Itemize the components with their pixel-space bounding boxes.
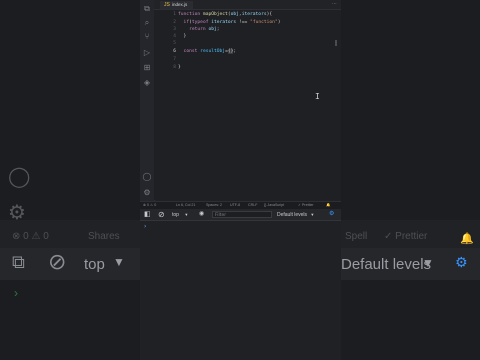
- sidebar-toggle-icon: ⧉: [12, 252, 25, 273]
- tab-index-js[interactable]: JS index.js: [160, 1, 194, 9]
- line-number: 1: [173, 12, 176, 17]
- minimap[interactable]: [335, 10, 339, 200]
- code-line: }: [183, 34, 187, 39]
- background-prompt: ›: [14, 286, 18, 300]
- background-context-caret: ▼: [113, 255, 125, 269]
- account-icon: ◯: [8, 164, 31, 188]
- chevron-down-icon: ▼: [310, 212, 315, 217]
- background-spell: Spell: [345, 231, 368, 242]
- extensions-icon[interactable]: ⊞: [142, 63, 152, 73]
- devtools-console: ◧ ⊘ top ▼ ◉ Filter Default levels ▼ ⚙ ›: [140, 209, 341, 360]
- settings-icon[interactable]: ⚙: [142, 188, 152, 198]
- encoding[interactable]: UTF-8: [230, 202, 240, 209]
- background-levels-caret: ▼: [422, 256, 434, 270]
- line-number: 3: [173, 27, 176, 32]
- settings-icon: ⚙: [8, 200, 26, 224]
- background-levels: Default levels: [341, 256, 432, 273]
- background-issues: ⊗ 0 ⚠ 0: [12, 231, 49, 242]
- indentation[interactable]: Spaces: 2: [206, 202, 222, 209]
- mouse-cursor: I: [315, 92, 320, 101]
- eye-icon[interactable]: ◉: [199, 209, 204, 220]
- line-number: 4: [173, 34, 176, 39]
- sidebar-toggle-icon[interactable]: ◧: [144, 209, 151, 220]
- log-levels-label: Default levels: [277, 212, 308, 218]
- clear-console-icon: ⊘: [48, 250, 67, 275]
- log-levels-select[interactable]: Default levels ▼: [277, 209, 314, 220]
- context-label: top: [172, 212, 179, 218]
- split-editor-icon[interactable]: ⋯: [332, 0, 337, 9]
- context-selector[interactable]: top ▼: [172, 209, 188, 220]
- code-line: return obj;: [189, 27, 220, 32]
- chevron-down-icon: ▼: [184, 212, 189, 217]
- line-number: 8: [173, 65, 176, 70]
- activity-bar: ⧉ ⌕ ⑂ ▷ ⊞ ◈ ◯ ⚙: [140, 0, 155, 201]
- scroll-thumb[interactable]: [335, 40, 337, 46]
- status-bar: ⊗ 0 ⚠ 0 Ln 6, Col 21 Spaces: 2 UTF-8 CRL…: [140, 201, 341, 209]
- bell-icon[interactable]: 🔔: [326, 202, 330, 209]
- line-number: 7: [173, 57, 176, 62]
- source-control-icon[interactable]: ⑂: [142, 32, 152, 42]
- account-icon[interactable]: ◯: [142, 172, 152, 182]
- code-line: function mapObject(obj,iterators){: [178, 12, 273, 17]
- background-shares: Shares: [88, 231, 120, 242]
- line-number: 6: [173, 49, 176, 54]
- line-ending[interactable]: CRLF: [248, 202, 257, 209]
- js-file-icon: JS: [164, 2, 170, 8]
- console-toolbar: ◧ ⊘ top ▼ ◉ Filter Default levels ▼ ⚙: [140, 209, 341, 221]
- gear-icon: ⚙: [455, 255, 468, 271]
- language-mode[interactable]: {} JavaScript: [264, 202, 284, 209]
- line-number: 5: [173, 41, 176, 46]
- explorer-icon[interactable]: ⧉: [142, 4, 152, 14]
- remote-icon[interactable]: ◈: [142, 78, 152, 88]
- problems-count[interactable]: ⊗ 0 ⚠ 0: [143, 202, 156, 209]
- prettier-status[interactable]: ✓ Prettier: [298, 202, 314, 209]
- bell-icon: 🔔: [460, 233, 474, 245]
- code-editor[interactable]: 1 function mapObject(obj,iterators){ 2 i…: [154, 10, 341, 200]
- gear-icon[interactable]: ⚙: [329, 209, 334, 220]
- filter-input[interactable]: Filter: [212, 211, 272, 218]
- code-line: if(typeof iterators !== "function"): [183, 20, 281, 25]
- console-prompt[interactable]: ›: [144, 223, 146, 230]
- background-context: top: [84, 256, 105, 273]
- tab-label: index.js: [172, 2, 188, 7]
- cursor-position[interactable]: Ln 6, Col 21: [176, 202, 195, 209]
- background-prettier: ✓ Prettier: [384, 231, 428, 242]
- line-number: 2: [173, 20, 176, 25]
- ide-window: ⧉ ⌕ ⑂ ▷ ⊞ ◈ ◯ ⚙ JS index.js ⋯ 1 function…: [140, 0, 341, 360]
- search-icon[interactable]: ⌕: [142, 18, 152, 28]
- run-debug-icon[interactable]: ▷: [142, 48, 152, 58]
- clear-console-icon[interactable]: ⊘: [158, 209, 165, 220]
- tab-bar: JS index.js ⋯: [154, 0, 341, 10]
- code-line: }: [178, 65, 181, 70]
- code-line: const resultObj={};: [183, 49, 237, 54]
